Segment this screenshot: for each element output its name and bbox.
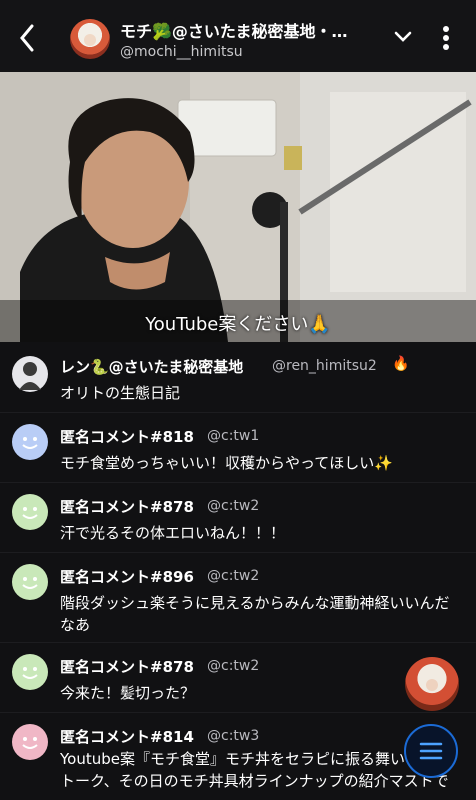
comment-item[interactable]: 匿名コメント#878 @c:tw2 汗で光るその体エロいねん！！！ bbox=[0, 482, 476, 553]
video-caption: YouTube案ください🙏 bbox=[145, 314, 331, 335]
smiley-avatar-icon bbox=[12, 654, 48, 690]
comment-text: 汗で光るその体エロいねん！！！ bbox=[60, 524, 286, 542]
commenter-name: 匿名コメント#878 bbox=[60, 498, 194, 516]
chevron-down-icon[interactable] bbox=[392, 28, 414, 46]
more-vertical-icon[interactable] bbox=[441, 24, 451, 52]
comment-item[interactable]: 匿名コメント#818 @c:tw1 モチ食堂めっちゃいい！収穫からやってほしい✨ bbox=[0, 412, 476, 483]
commenter-id: @c:tw1 bbox=[207, 428, 260, 444]
smiley-avatar-icon bbox=[12, 564, 48, 600]
commenter-avatar bbox=[12, 356, 48, 392]
smiley-avatar-icon bbox=[12, 424, 48, 460]
comment-item[interactable]: レン🐍@さいたま秘密基地 @ren_himitsu2 🔥 オリトの生態日記 bbox=[0, 342, 476, 413]
smiley-avatar-icon bbox=[12, 494, 48, 530]
host-name[interactable]: モチ🥦@さいたま秘密基地・… bbox=[120, 18, 388, 42]
back-arrow-icon[interactable] bbox=[14, 20, 42, 56]
comment-list[interactable]: レン🐍@さいたま秘密基地 @ren_himitsu2 🔥 オリトの生態日記 匿名… bbox=[0, 342, 476, 800]
stream-header: モチ🥦@さいたま秘密基地・… @mochi__himitsu bbox=[0, 0, 476, 72]
comment-text: モチ食堂めっちゃいい！収穫からやってほしい✨ bbox=[60, 454, 393, 472]
comment-text: 今来た！髪切った？ bbox=[60, 684, 196, 702]
gift-badge-icon: 🔥 bbox=[392, 356, 410, 372]
commenter-id: @ren_himitsu2 bbox=[272, 358, 377, 374]
commenter-id: @c:tw2 bbox=[207, 498, 260, 514]
comment-text: Youtube案『モチ食堂』モチ丼をセラピに振る舞いながらトーク、その日のモチ丼… bbox=[60, 750, 450, 796]
commenter-name: 匿名コメント#896 bbox=[60, 568, 194, 586]
commenter-id: @c:tw3 bbox=[207, 728, 260, 744]
host-floating-avatar[interactable] bbox=[405, 657, 459, 711]
commenter-name: レン🐍@さいたま秘密基地 bbox=[60, 358, 244, 376]
commenter-id: @c:tw2 bbox=[207, 658, 260, 674]
commenter-name: 匿名コメント#814 bbox=[60, 728, 194, 746]
smiley-avatar-icon bbox=[12, 724, 48, 760]
commenter-id: @c:tw2 bbox=[207, 568, 260, 584]
menu-button[interactable] bbox=[404, 724, 458, 778]
host-handle: @mochi__himitsu bbox=[120, 44, 243, 60]
video-frame bbox=[0, 72, 476, 342]
commenter-name: 匿名コメント#818 bbox=[60, 428, 194, 446]
comment-text: オリトの生態日記 bbox=[60, 384, 181, 402]
live-video[interactable]: YouTube案ください🙏 bbox=[0, 72, 476, 342]
comment-text: 階段ダッシュ楽そうに見えるからみんな運動神経いいんだなあ bbox=[60, 594, 450, 634]
menu-lines-icon bbox=[419, 742, 443, 760]
comment-item[interactable]: 匿名コメント#896 @c:tw2 階段ダッシュ楽そうに見えるからみんな運動神経… bbox=[0, 552, 476, 643]
commenter-name: 匿名コメント#878 bbox=[60, 658, 194, 676]
host-avatar[interactable] bbox=[70, 19, 110, 59]
